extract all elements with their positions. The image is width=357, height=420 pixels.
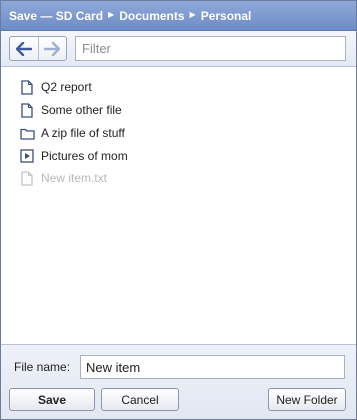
dialog-title: Save — — [9, 8, 53, 23]
document-icon — [19, 170, 35, 186]
list-item-new-item: New item.txt — [19, 168, 107, 188]
document-icon — [19, 102, 35, 118]
list-item-zip-file[interactable]: A zip file of stuff — [19, 123, 125, 143]
breadcrumb-documents[interactable]: Documents — [119, 9, 184, 23]
list-item-label: A zip file of stuff — [41, 126, 125, 140]
file-name-input[interactable] — [80, 355, 345, 379]
save-button[interactable]: Save — [9, 388, 95, 411]
forward-arrow-icon — [44, 41, 61, 56]
breadcrumb-separator-icon: ▶ — [108, 10, 115, 19]
list-item-q2-report[interactable]: Q2 report — [19, 77, 92, 97]
list-item-label: Some other file — [41, 103, 122, 117]
back-arrow-icon — [15, 41, 32, 56]
navigation-buttons — [9, 36, 67, 61]
media-icon — [19, 148, 35, 164]
new-folder-button[interactable]: New Folder — [268, 388, 346, 411]
folder-icon — [19, 125, 35, 141]
toolbar — [1, 31, 356, 67]
forward-button[interactable] — [37, 37, 67, 60]
breadcrumb-personal[interactable]: Personal — [201, 9, 252, 23]
list-item-label: Pictures of mom — [41, 149, 128, 163]
filter-input[interactable] — [75, 36, 346, 61]
list-item-pictures-of-mom[interactable]: Pictures of mom — [19, 146, 128, 166]
file-name-label: File name: — [14, 360, 71, 374]
title-bar: Save — SD Card ▶ Documents ▶ Personal — [1, 1, 356, 31]
back-button[interactable] — [10, 37, 38, 60]
document-icon — [19, 79, 35, 95]
save-dialog: Save — SD Card ▶ Documents ▶ Personal Fi… — [0, 0, 357, 420]
list-item-label: Q2 report — [41, 80, 92, 94]
list-item-some-other-file[interactable]: Some other file — [19, 100, 122, 120]
list-item-label: New item.txt — [41, 171, 108, 185]
breadcrumb-sd-card[interactable]: SD Card — [56, 9, 103, 23]
save-options-panel: File name: Save Cancel New Folder — [1, 344, 356, 419]
cancel-button[interactable]: Cancel — [101, 388, 179, 411]
file-list: Q2 report Some other file A zip file of … — [1, 67, 356, 344]
breadcrumb-separator-icon: ▶ — [189, 10, 196, 19]
